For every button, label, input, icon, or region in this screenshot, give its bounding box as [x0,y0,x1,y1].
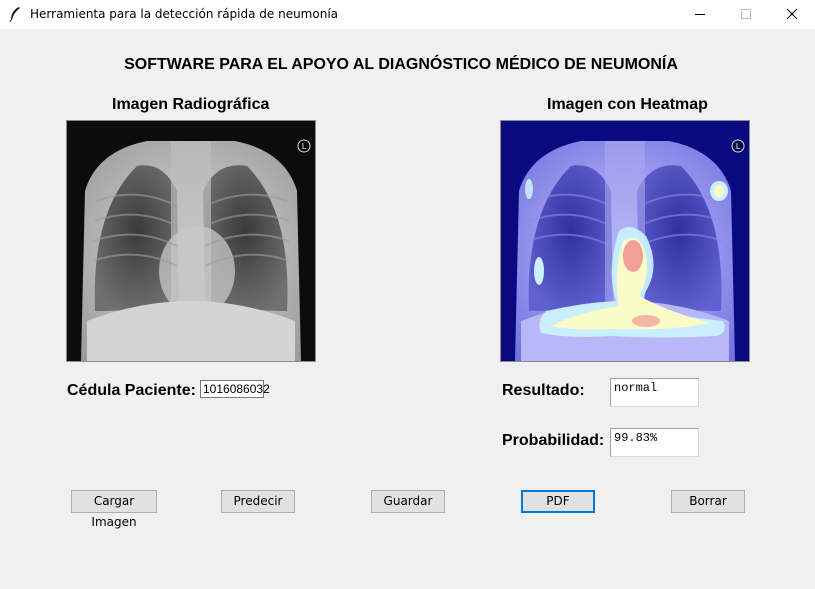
xray-image-label: Imagen Radiográfica [112,96,270,113]
save-button[interactable]: Guardar [371,490,445,513]
page-title: SOFTWARE PARA EL APOYO AL DIAGNÓSTICO MÉ… [124,56,678,73]
cedula-input[interactable]: 1016086032 [200,380,270,398]
predict-button[interactable]: Predecir [221,490,295,513]
title-bar[interactable]: Herramienta para la detección rápida de … [0,0,815,29]
close-button[interactable] [769,0,815,29]
image-marker: L [302,142,307,151]
minimize-button[interactable] [677,0,723,29]
xray-image: L [66,120,316,362]
probabilidad-field[interactable]: 99.83% [610,428,699,457]
maximize-button[interactable] [723,0,769,29]
clear-button[interactable]: Borrar [671,490,745,513]
probabilidad-label: Probabilidad: [502,432,605,449]
image-marker: L [736,142,741,151]
window-title: Herramienta para la detección rápida de … [30,7,339,21]
resultado-field[interactable]: normal [610,378,699,407]
heatmap-image: L [500,120,750,362]
load-image-button[interactable]: Cargar Imagen [71,490,157,529]
heatmap-image-label: Imagen con Heatmap [547,96,708,113]
pdf-button[interactable]: PDF [521,490,595,513]
cedula-label: Cédula Paciente: [67,382,196,399]
resultado-label: Resultado: [502,382,585,399]
feather-icon [8,6,22,23]
